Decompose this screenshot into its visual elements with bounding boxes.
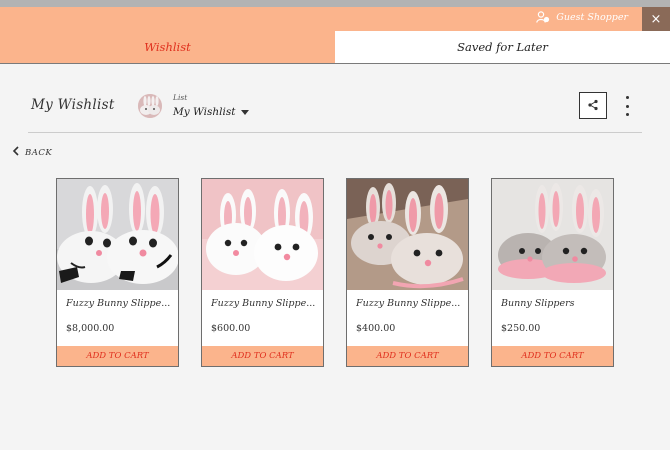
chevron-left-icon	[12, 146, 19, 159]
guest-shopper-label: Guest Shopper	[556, 11, 628, 23]
product-name[interactable]: Bunny Slippers	[501, 298, 609, 309]
product-card[interactable]: Bunny Slippers $250.00 ADD TO CART	[491, 178, 614, 367]
add-to-cart-button[interactable]: ADD TO CART	[492, 346, 613, 366]
product-image	[492, 179, 613, 290]
product-name[interactable]: Fuzzy Bunny Slippe...	[211, 298, 319, 309]
product-price: $8,000.00	[66, 323, 115, 334]
product-name[interactable]: Fuzzy Bunny Slippe...	[66, 298, 174, 309]
add-to-cart-button[interactable]: ADD TO CART	[57, 346, 178, 366]
product-price: $250.00	[501, 323, 541, 334]
caret-down-icon	[241, 109, 250, 115]
list-selector[interactable]: My Wishlist	[173, 106, 250, 118]
guest-shopper-button[interactable]: Guest Shopper	[536, 11, 628, 23]
product-price: $600.00	[211, 323, 251, 334]
product-image	[202, 179, 323, 290]
more-options-button[interactable]	[622, 96, 632, 116]
page-title: My Wishlist	[31, 97, 115, 113]
share-button[interactable]	[579, 92, 607, 119]
product-image	[347, 179, 468, 290]
list-selector-value: My Wishlist	[173, 106, 236, 118]
user-icon	[536, 11, 550, 23]
close-button[interactable]: ×	[642, 7, 670, 31]
add-to-cart-button[interactable]: ADD TO CART	[202, 346, 323, 366]
product-card[interactable]: Fuzzy Bunny Slippe... $600.00 ADD TO CAR…	[201, 178, 324, 367]
tab-bar: Wishlist Saved for Later	[0, 31, 670, 64]
back-label: BACK	[25, 147, 53, 158]
product-grid: Fuzzy Bunny Slippe... $8,000.00 ADD TO C…	[56, 178, 614, 367]
share-icon	[587, 96, 599, 115]
top-bar: Guest Shopper ×	[0, 7, 670, 31]
product-card[interactable]: Fuzzy Bunny Slippe... $8,000.00 ADD TO C…	[56, 178, 179, 367]
product-name[interactable]: Fuzzy Bunny Slippe...	[356, 298, 464, 309]
more-vertical-icon-dot	[625, 96, 629, 99]
more-vertical-icon-dot	[625, 104, 629, 108]
more-vertical-icon-dot	[625, 113, 629, 116]
product-price: $400.00	[356, 323, 396, 334]
header-divider	[28, 132, 642, 133]
back-button[interactable]: BACK	[12, 146, 52, 159]
close-icon: ×	[650, 11, 662, 27]
tab-saved-for-later[interactable]: Saved for Later	[335, 31, 670, 63]
list-caption: List	[173, 93, 188, 102]
add-to-cart-button[interactable]: ADD TO CART	[347, 346, 468, 366]
tab-wishlist[interactable]: Wishlist	[0, 31, 335, 63]
product-image	[57, 179, 178, 290]
window-top-strip	[0, 0, 670, 7]
list-avatar	[138, 94, 162, 118]
product-card[interactable]: Fuzzy Bunny Slippe... $400.00 ADD TO CAR…	[346, 178, 469, 367]
